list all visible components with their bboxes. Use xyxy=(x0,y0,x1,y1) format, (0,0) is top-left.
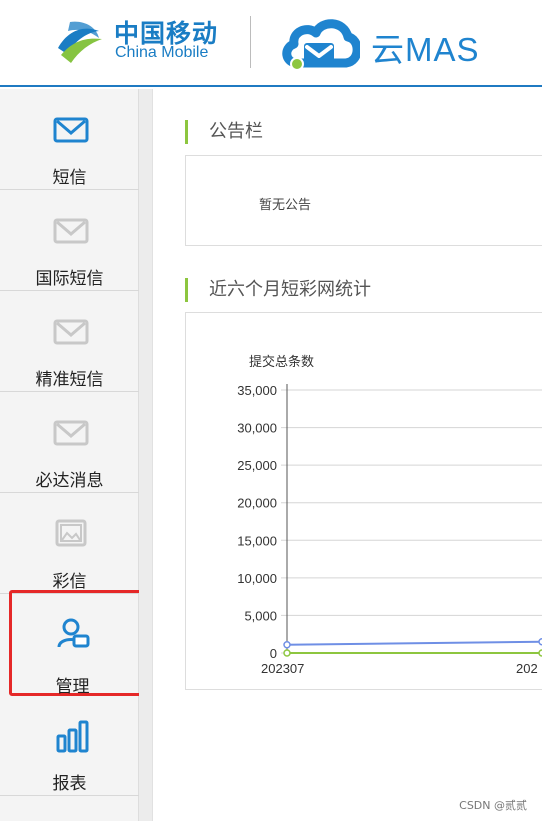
sidebar-label-reports: 报表 xyxy=(52,774,87,794)
sidebar-item-management[interactable]: 管理 xyxy=(9,590,146,697)
envelope-icon xyxy=(53,117,89,143)
chart-y-tick-label: 15,000 xyxy=(237,533,277,548)
stats-line-chart: 提交总条数 35,000 30,000 25,000 20,000 15,000 10,00… xyxy=(237,354,542,676)
chart-y-tick-label: 30,000 xyxy=(237,421,277,436)
chart-data-point xyxy=(283,649,291,657)
left-sidebar: 短信 国际短信 精准短信 必达消息 彩信 管理 报表 xyxy=(0,89,146,821)
sidebar-item-sms[interactable]: 短信 xyxy=(0,89,139,190)
top-header: 中国移动 China Mobile 云MAS xyxy=(0,0,542,87)
sidebar-item-precise-sms[interactable]: 精准短信 xyxy=(0,291,139,392)
sidebar-label-management: 管理 xyxy=(55,677,90,697)
envelope-icon xyxy=(53,218,89,244)
bar-chart-icon xyxy=(56,720,89,753)
sidebar-item-reports[interactable]: 报表 xyxy=(0,695,139,796)
chart-data-point xyxy=(283,640,291,649)
user-card-icon xyxy=(57,618,90,648)
stats-chart-panel: 提交总条数 35,000 30,000 25,000 20,000 15,000 10,00… xyxy=(185,312,542,690)
sidebar-item-guaranteed-message[interactable]: 必达消息 xyxy=(0,392,139,493)
picture-frame-icon xyxy=(55,519,87,547)
china-mobile-logo-icon xyxy=(53,17,103,67)
envelope-icon xyxy=(53,420,89,446)
chart-y-tick-label: 25,000 xyxy=(237,458,277,473)
csdn-watermark: CSDN @贰贰 xyxy=(459,799,527,812)
notice-empty-text: 暂无公告 xyxy=(259,198,312,213)
stats-section-title: 近六个月短彩网统计 xyxy=(185,278,371,302)
chart-x-tick-label: 202307 xyxy=(261,661,304,676)
chart-y-tick-label: 0 xyxy=(270,646,277,661)
sidebar-label-mms: 彩信 xyxy=(52,572,87,592)
sidebar-label-sms: 短信 xyxy=(52,168,87,188)
sidebar-item-mms[interactable]: 彩信 xyxy=(0,493,139,594)
chart-y-tick-label: 10,000 xyxy=(237,571,277,586)
brand-en: China Mobile xyxy=(115,44,209,61)
chart-y-tick-label: 20,000 xyxy=(237,496,277,511)
envelope-icon xyxy=(53,319,89,345)
sidebar-label-international-sms: 国际短信 xyxy=(35,269,104,289)
sidebar-gutter xyxy=(139,89,153,821)
product-name: 云MAS xyxy=(371,31,480,68)
sidebar-label-precise-sms: 精准短信 xyxy=(35,370,104,390)
sidebar-label-guaranteed-message: 必达消息 xyxy=(35,471,104,491)
cloud-mas-logo-icon xyxy=(282,19,360,71)
chart-y-tick-label: 35,000 xyxy=(237,383,277,398)
notice-board: 暂无公告 xyxy=(185,155,542,246)
chart-series-line xyxy=(286,640,542,646)
sidebar-item-international-sms[interactable]: 国际短信 xyxy=(0,190,139,291)
chart-x-tick-label: 202 xyxy=(516,661,538,676)
notice-section-title: 公告栏 xyxy=(185,120,263,144)
main-content: 公告栏 暂无公告 近六个月短彩网统计 提交总条数 35,000 30,000 25,0… xyxy=(153,89,542,821)
header-divider xyxy=(250,16,251,68)
chart-y-axis-label: 提交总条数 xyxy=(249,354,314,370)
chart-y-tick-label: 5,000 xyxy=(244,608,277,623)
